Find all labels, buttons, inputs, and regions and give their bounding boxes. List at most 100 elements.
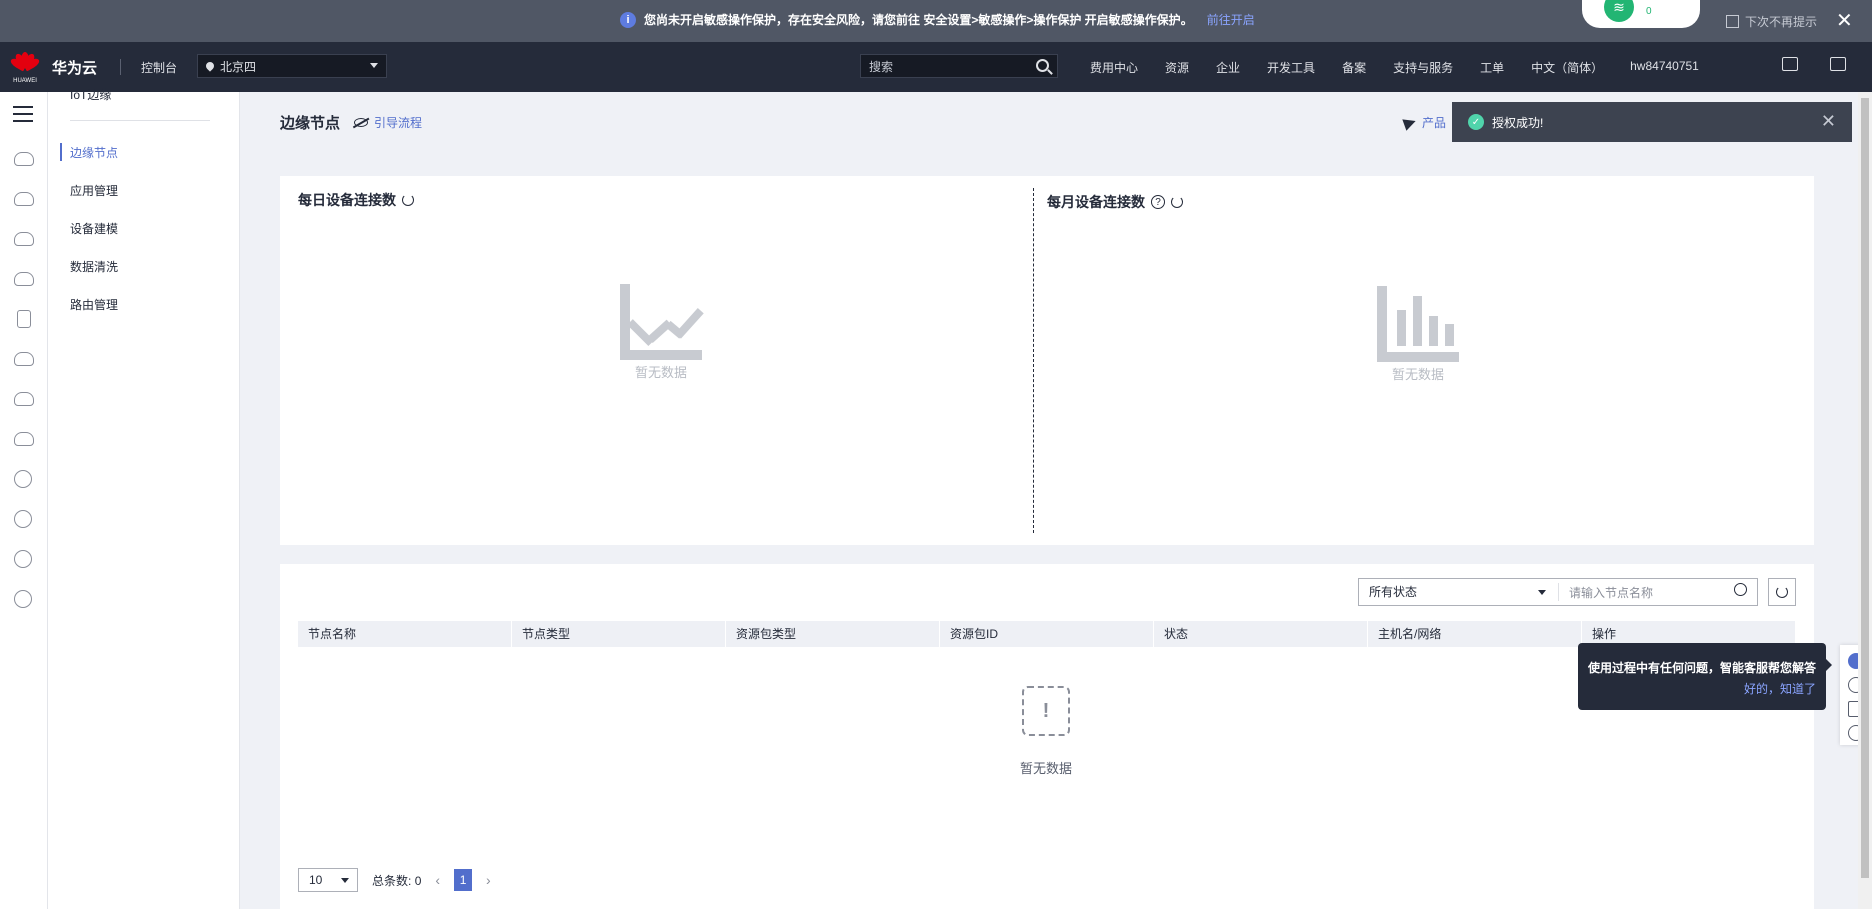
nav-billing[interactable]: 费用中心 (1090, 59, 1138, 76)
enable-protection-link[interactable]: 前往开启 (1207, 11, 1255, 28)
service-icon-rail (0, 92, 48, 909)
nav-enterprise[interactable]: 企业 (1216, 59, 1240, 76)
guide-link[interactable]: 引导流程 (354, 114, 422, 131)
cloud-dns-icon[interactable] (14, 392, 34, 406)
region-select[interactable]: 北京四 (197, 54, 387, 78)
daily-empty-text: 暂无数据 (634, 365, 687, 380)
monthly-chart-label: 每月设备连接数 (1047, 194, 1145, 210)
pagination: 10 总条数: 0 ‹ 1 › (298, 868, 491, 892)
table-empty-text: 暂无数据 (1020, 761, 1073, 776)
col-node-name: 节点名称 (298, 621, 512, 647)
banner-close-icon[interactable]: ✕ (1836, 8, 1853, 33)
cloud-storage-icon[interactable] (14, 232, 34, 246)
subnav-item-data-cleaning[interactable]: 数据清洗 (70, 258, 118, 275)
region-value: 北京四 (220, 59, 257, 74)
chevron-down-icon (341, 878, 349, 883)
active-indicator (60, 143, 62, 161)
globe-icon[interactable] (14, 590, 32, 608)
dont-show-again[interactable]: 下次不再提示 (1726, 13, 1817, 30)
success-toast: ✓ 授权成功! ✕ (1452, 102, 1852, 142)
top-navigation: HUAWEI 华为云 控制台 北京四 搜索 费用中心 资源 企业 开发工具 备案… (0, 42, 1872, 92)
menu-icon[interactable] (13, 106, 33, 122)
subnav-item-device-model[interactable]: 设备建模 (70, 220, 118, 237)
wifi-icon: ≋ (1604, 0, 1634, 22)
refresh-icon[interactable] (402, 194, 414, 206)
dont-show-checkbox[interactable] (1726, 15, 1739, 28)
subnav-item-routing[interactable]: 路由管理 (70, 296, 118, 313)
location-pin-icon (204, 60, 216, 72)
chevron-down-icon (370, 63, 378, 68)
send-icon (1402, 114, 1418, 131)
search-placeholder: 搜索 (869, 59, 894, 74)
nav-account[interactable]: hw84740751 (1630, 59, 1699, 76)
page-scrollbar[interactable] (1858, 92, 1872, 909)
toast-message: 授权成功! (1492, 115, 1544, 130)
prev-page-icon[interactable]: ‹ (435, 872, 440, 888)
ip-icon[interactable] (14, 510, 32, 528)
nav-devtools[interactable]: 开发工具 (1267, 59, 1315, 76)
monthly-empty-text: 暂无数据 (1391, 367, 1444, 382)
total-count: 总条数: 0 (372, 872, 421, 889)
subnav-section-title: IoT边缘 (70, 88, 112, 102)
nav-links: 费用中心 资源 企业 开发工具 备案 支持与服务 工单 中文（简体） hw847… (1090, 59, 1726, 76)
node-name-search-input[interactable]: 请输入节点名称 (1559, 582, 1757, 601)
status-select-value: 所有状态 (1369, 585, 1418, 599)
next-page-icon[interactable]: › (486, 872, 491, 888)
table-empty-state: ! 暂无数据 (1020, 686, 1072, 777)
col-package-id: 资源包ID (940, 621, 1154, 647)
col-node-type: 节点类型 (512, 621, 726, 647)
page-size-value: 10 (309, 873, 323, 887)
nav-language[interactable]: 中文（简体） (1531, 59, 1603, 76)
search-icon[interactable] (1036, 59, 1049, 72)
monthly-empty-state: 暂无数据 (1373, 286, 1463, 383)
edge-node-table-card: 所有状态 请输入节点名称 节点名称 节点类型 资源包类型 资源包ID 状态 主机… (280, 564, 1814, 909)
network-icon[interactable] (14, 272, 34, 286)
eye-off-icon (354, 118, 369, 127)
refresh-icon[interactable] (1171, 196, 1183, 208)
search-icon[interactable] (1734, 582, 1747, 596)
page-title: 边缘节点 (280, 115, 341, 132)
cloud-server-icon[interactable] (14, 192, 34, 206)
page-size-select[interactable]: 10 (298, 868, 358, 892)
security-warning-banner: i 您尚未开启敏感操作保护，存在安全风险，请您前往 安全设置>敏感操作>操作保护… (0, 0, 1872, 42)
table-refresh-button[interactable] (1768, 578, 1796, 606)
status-select[interactable]: 所有状态 (1359, 583, 1559, 601)
tooltip-dismiss-link[interactable]: 好的，知道了 (1588, 680, 1816, 697)
console-link[interactable]: 控制台 (141, 59, 177, 76)
terminal-icon[interactable] (1782, 57, 1798, 71)
huawei-logo[interactable]: HUAWEI (9, 50, 41, 84)
charts-divider (1033, 188, 1034, 533)
cloud-icon[interactable] (14, 352, 34, 366)
table-filter: 所有状态 请输入节点名称 (1358, 578, 1758, 606)
cloud-backup-icon[interactable] (14, 432, 34, 446)
table-header: 节点名称 节点类型 资源包类型 资源包ID 状态 主机名/网络 操作 (298, 621, 1796, 647)
deploy-icon[interactable] (14, 470, 32, 488)
cluster-icon[interactable] (14, 550, 32, 568)
subnav-item-edge-nodes[interactable]: 边缘节点 (70, 144, 118, 161)
nav-resources[interactable]: 资源 (1165, 59, 1189, 76)
global-search-input[interactable]: 搜索 (860, 54, 1058, 78)
nav-icp[interactable]: 备案 (1342, 59, 1366, 76)
product-link[interactable]: 产品 (1402, 114, 1446, 131)
brand-name[interactable]: 华为云 (52, 57, 97, 78)
widget-count: 0 (1646, 6, 1652, 17)
info-icon: i (620, 11, 636, 28)
toast-close-icon[interactable]: ✕ (1821, 111, 1836, 132)
help-icon[interactable]: ? (1151, 195, 1165, 209)
subnav-item-apps[interactable]: 应用管理 (70, 182, 118, 199)
current-page[interactable]: 1 (454, 869, 473, 891)
mail-icon[interactable] (1830, 57, 1846, 71)
page-header: 边缘节点 引导流程 (280, 112, 422, 133)
device-icon[interactable] (17, 310, 31, 328)
refresh-icon (1776, 586, 1788, 598)
empty-document-icon: ! (1022, 686, 1070, 736)
nav-tickets[interactable]: 工单 (1480, 59, 1504, 76)
total-value: 0 (414, 873, 422, 888)
total-label: 总条数: (372, 873, 412, 888)
success-check-icon: ✓ (1468, 114, 1484, 130)
nav-support[interactable]: 支持与服务 (1393, 59, 1453, 76)
banner-message-row: i 您尚未开启敏感操作保护，存在安全风险，请您前往 安全设置>敏感操作>操作保护… (620, 11, 1255, 28)
cloud-service-icon[interactable] (14, 152, 34, 166)
col-status: 状态 (1154, 621, 1368, 647)
scrollbar-thumb[interactable] (1861, 98, 1869, 878)
